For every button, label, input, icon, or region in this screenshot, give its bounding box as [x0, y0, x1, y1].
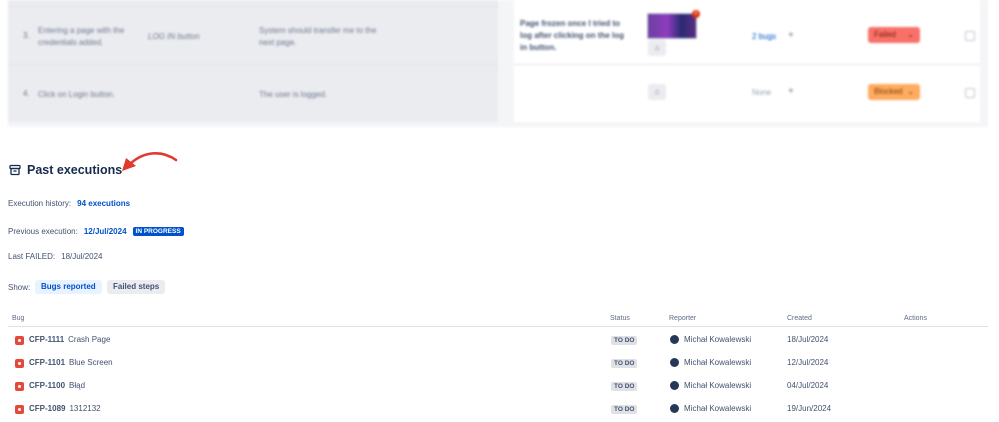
previous-execution-link[interactable]: 12/Jul/2024	[84, 227, 127, 236]
step-status-dropdown[interactable]: Blocked ⌄	[868, 84, 920, 100]
table-header-divider	[8, 326, 988, 327]
bug-type-icon	[15, 405, 24, 414]
status-badge: TO DO	[611, 382, 638, 391]
previous-execution-label: Previous execution:	[8, 227, 78, 236]
section-title: Past executions	[27, 163, 123, 177]
bug-summary[interactable]: 1312132	[69, 404, 100, 413]
created-date: 19/Jun/2024	[787, 404, 832, 413]
step-result-row-4: ⌂ None + Blocked ⌄	[514, 64, 980, 122]
tab-failed-steps[interactable]: Failed steps	[107, 280, 166, 294]
attachment-thumbnail[interactable]	[647, 13, 697, 39]
last-failed-label: Last FAILED:	[8, 252, 56, 261]
last-failed: Last FAILED: 18/Jul/2024	[8, 252, 103, 261]
remove-attachment-icon[interactable]: ×	[692, 10, 700, 18]
avatar	[670, 358, 679, 367]
status-badge: TO DO	[611, 359, 638, 368]
plus-icon[interactable]: +	[788, 30, 794, 41]
step-status-dropdown[interactable]: Failed ⌄	[868, 27, 920, 43]
step-actual-result: Page frozen once I tried to log after cl…	[520, 19, 625, 52]
step-bugs-link[interactable]: 2 bugs	[752, 32, 776, 41]
step-expected: System should transfer me to the next pa…	[259, 26, 377, 47]
bug-key-link[interactable]: CFP-1111	[29, 335, 64, 344]
annotation-arrow-icon	[122, 152, 178, 171]
show-label: Show:	[8, 283, 31, 292]
step-bugs-none: None	[752, 88, 772, 97]
bug-type-icon	[15, 336, 24, 345]
execution-history-label: Execution history:	[8, 199, 72, 208]
created-date: 12/Jul/2024	[787, 358, 829, 367]
bug-summary[interactable]: Błąd	[69, 381, 85, 390]
avatar	[670, 335, 679, 344]
execution-history: Execution history: 94 executions	[8, 199, 130, 208]
avatar	[670, 404, 679, 413]
table-row[interactable]: CFP-1101 Blue Screen TO DO Michał Kowalew…	[8, 353, 988, 376]
bug-summary[interactable]: Crash Page	[68, 335, 110, 344]
attachment-icon[interactable]: ⌂	[648, 84, 666, 100]
execution-history-link[interactable]: 94 executions	[77, 199, 130, 208]
bug-type-icon	[15, 359, 24, 368]
plus-icon[interactable]: +	[788, 86, 794, 97]
bug-summary[interactable]: Blue Screen	[69, 358, 113, 367]
avatar	[670, 381, 679, 390]
status-badge: TO DO	[611, 405, 638, 414]
column-header-status[interactable]: Status	[610, 315, 630, 322]
reporter-name: Michał Kowalewski	[684, 404, 752, 413]
status-badge: IN PROGRESS	[132, 227, 184, 236]
chevron-down-icon: ⌄	[907, 30, 914, 39]
step-status-label: Failed	[874, 30, 896, 39]
test-steps-panel: 3. Entering a page with the credentials …	[8, 0, 988, 127]
previous-execution: Previous execution: 12/Jul/2024 IN PROGRES…	[8, 227, 184, 236]
archive-icon	[9, 164, 21, 176]
bug-key-link[interactable]: CFP-1100	[29, 381, 65, 390]
step-action: Entering a page with the credentials add…	[38, 26, 125, 47]
step-row-3[interactable]: 3. Entering a page with the credentials …	[8, 6, 498, 65]
table-row[interactable]: CFP-1111 Crash Page TO DO Michał Kowalews…	[8, 330, 988, 353]
created-date: 18/Jul/2024	[787, 335, 829, 344]
column-header-created[interactable]: Created	[787, 315, 812, 322]
step-action: Click on Login button.	[38, 90, 115, 99]
attachment-icon[interactable]: ⌂	[648, 40, 666, 56]
step-row-4[interactable]: 4. Click on Login button. The user is lo…	[8, 64, 498, 123]
reporter-name: Michał Kowalewski	[684, 335, 752, 344]
step-checkbox[interactable]	[965, 31, 975, 41]
step-data: LOG IN button	[148, 32, 200, 41]
step-checkbox[interactable]	[965, 88, 975, 98]
bug-key-link[interactable]: CFP-1101	[29, 358, 65, 367]
tab-bugs-reported[interactable]: Bugs reported	[35, 280, 102, 294]
step-result-row-3: Page frozen once I tried to log after cl…	[514, 6, 980, 65]
step-status-label: Blocked	[874, 87, 903, 96]
chevron-down-icon: ⌄	[907, 87, 914, 96]
last-failed-value: 18/Jul/2024	[61, 252, 103, 261]
bug-key-link[interactable]: CFP-1089	[29, 404, 65, 413]
reporter-name: Michał Kowalewski	[684, 381, 752, 390]
table-row[interactable]: CFP-1100 Błąd TO DO Michał Kowalewski 04/…	[8, 376, 988, 399]
step-number: 4.	[23, 89, 30, 98]
step-expected: The user is logged.	[259, 90, 328, 99]
created-date: 04/Jul/2024	[787, 381, 829, 390]
column-header-actions: Actions	[904, 315, 927, 322]
table-row[interactable]: CFP-1089 1312132 TO DO Michał Kowalewski …	[8, 399, 988, 422]
reporter-name: Michał Kowalewski	[684, 358, 752, 367]
step-number: 3.	[23, 31, 30, 40]
column-header-reporter[interactable]: Reporter	[669, 315, 696, 322]
status-badge: TO DO	[611, 336, 638, 345]
column-header-bug[interactable]: Bug	[12, 315, 24, 322]
bug-type-icon	[15, 382, 24, 391]
